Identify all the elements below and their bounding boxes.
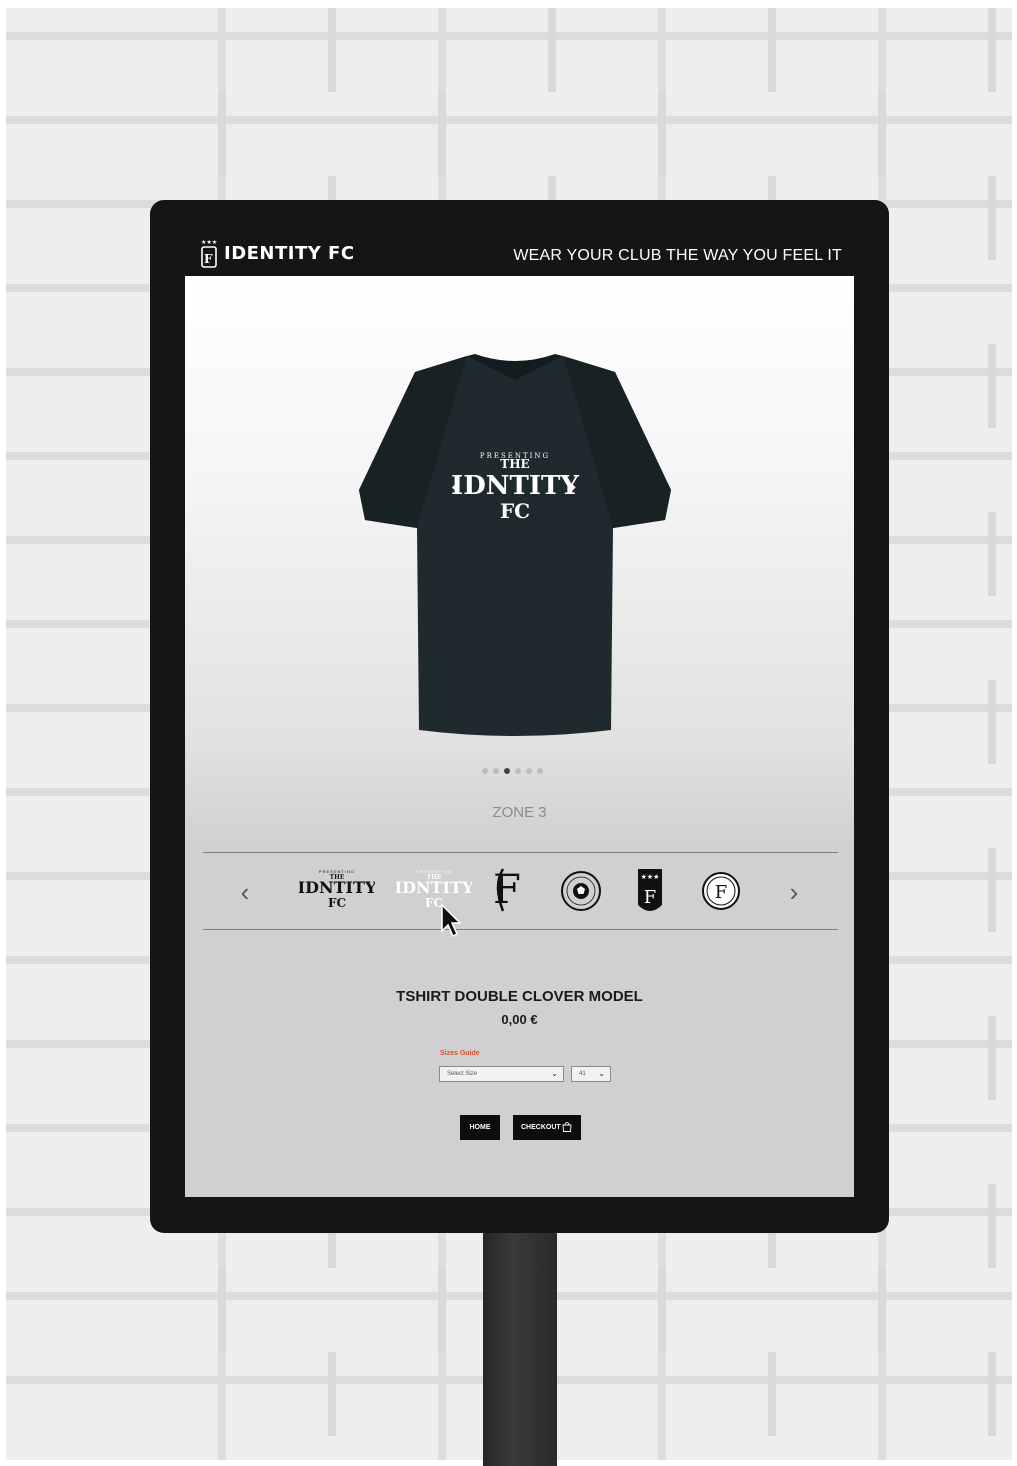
svg-text:F: F: [204, 252, 213, 266]
carousel-prev-button[interactable]: ‹: [233, 875, 257, 909]
chevron-down-icon: ⌄: [551, 1069, 558, 1078]
brand-name: IDENTITY FC: [224, 242, 355, 264]
svg-text:◆: ◆: [452, 482, 460, 493]
svg-text:FC: FC: [328, 896, 346, 910]
svg-text:FC: FC: [500, 499, 530, 523]
shopping-bag-icon: [562, 1121, 572, 1132]
svg-text:◆: ◆: [568, 482, 576, 493]
home-button-label: HOME: [469, 1124, 491, 1131]
size-select-value: Select Size: [447, 1071, 478, 1077]
slide-dot[interactable]: [493, 768, 499, 774]
svg-text:F: F: [644, 887, 657, 908]
kiosk-stand-pole: [483, 1225, 557, 1466]
checkout-button-label: CHECKOUT: [521, 1124, 561, 1131]
product-price: 0,00 €: [501, 1012, 538, 1027]
design-thumb-round-badge[interactable]: [559, 863, 603, 919]
club-crest-icon: ★★★ F: [201, 239, 217, 268]
svg-text:IDNTITY: IDNTITY: [396, 878, 472, 897]
slide-dot[interactable]: [482, 768, 488, 774]
chevron-left-icon: ‹: [240, 877, 250, 907]
slide-dot[interactable]: [526, 768, 532, 774]
sizes-guide-link[interactable]: Sizes Guide: [440, 1050, 480, 1057]
design-thumb-circle-monogram[interactable]: F: [700, 863, 742, 919]
number-select[interactable]: 41 ⌄: [571, 1066, 611, 1082]
kiosk-header: ★★★ F IDENTITY FC WEAR YOUR CLUB THE WAY…: [150, 200, 889, 276]
zone-label: ZONE 3: [492, 804, 547, 821]
product-screen: PRESENTING THE IDNTITY ◆ ◆ FC ZONE 3 ‹ P…: [185, 276, 854, 1197]
svg-text:F: F: [715, 882, 728, 903]
svg-text:IDNTITY: IDNTITY: [299, 878, 375, 897]
home-button[interactable]: HOME: [460, 1115, 500, 1140]
ifc-monogram-icon: F: [493, 867, 521, 913]
football-badge-icon: [561, 871, 601, 911]
size-select[interactable]: Select Size ⌄: [439, 1066, 564, 1082]
design-thumb-presenting-black[interactable]: PRESENTING THE IDNTITY FC: [299, 863, 375, 919]
tagline: WEAR YOUR CLUB THE WAY YOU FEEL IT: [513, 247, 842, 264]
slide-dot[interactable]: [537, 768, 543, 774]
brand-logo[interactable]: ★★★ F IDENTITY FC: [200, 238, 355, 268]
svg-text:IDNTITY: IDNTITY: [451, 471, 579, 501]
svg-text:★★★: ★★★: [201, 239, 217, 246]
tshirt-product-image: PRESENTING THE IDNTITY ◆ ◆ FC: [359, 354, 671, 736]
design-thumb-shield[interactable]: ★★★ F: [634, 863, 666, 919]
svg-text:★★★: ★★★: [641, 873, 660, 881]
identity-fc-logo-icon: PRESENTING THE IDNTITY FC: [299, 869, 375, 910]
checkout-button[interactable]: CHECKOUT: [513, 1115, 581, 1140]
design-carousel: ‹ PRESENTING THE IDNTITY FC PRESENTING T…: [203, 852, 838, 938]
mouse-pointer-icon: [441, 903, 462, 938]
product-name: TSHIRT DOUBLE CLOVER MODEL: [396, 988, 643, 1005]
circle-monogram-icon: F: [702, 872, 740, 910]
design-thumb-ifc-monogram[interactable]: F: [489, 863, 525, 919]
shield-crest-icon: ★★★ F: [638, 869, 662, 911]
carousel-next-button[interactable]: ›: [782, 875, 806, 909]
slide-dot[interactable]: [515, 768, 521, 774]
slide-indicator: [482, 768, 543, 774]
kiosk-frame: ★★★ F IDENTITY FC WEAR YOUR CLUB THE WAY…: [150, 200, 889, 1233]
svg-text:THE: THE: [500, 457, 529, 471]
chevron-right-icon: ›: [789, 877, 799, 907]
chevron-down-icon: ⌄: [598, 1069, 605, 1078]
number-select-value: 41: [579, 1071, 586, 1077]
slide-dot-active[interactable]: [504, 768, 510, 774]
